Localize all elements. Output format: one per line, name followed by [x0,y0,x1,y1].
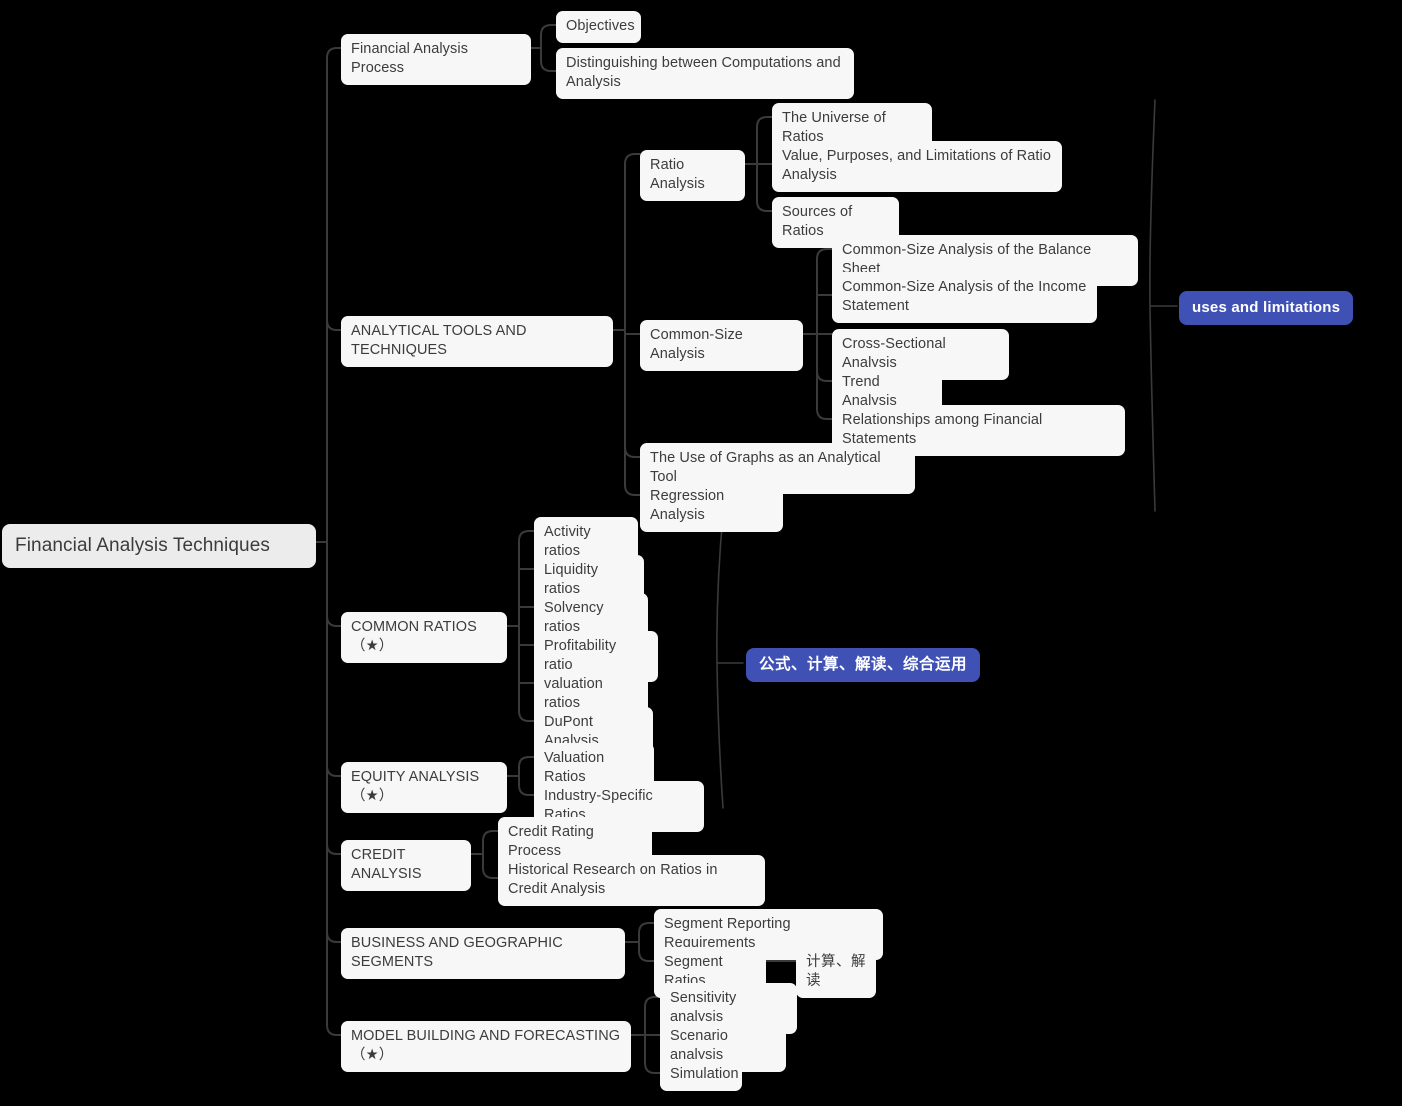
node-distinguishing-computations-analysis[interactable]: Distinguishing between Computations and … [556,48,854,99]
branch-common-ratios[interactable]: COMMON RATIOS（★） [341,612,507,663]
node-simulation[interactable]: Simulation [660,1059,742,1091]
branch-analytical-tools-and-techniques[interactable]: ANALYTICAL TOOLS AND TECHNIQUES [341,316,613,367]
node-segment-ratios-note[interactable]: 计算、解读 [796,947,876,998]
branch-financial-analysis-process[interactable]: Financial Analysis Process [341,34,531,85]
branch-equity-analysis[interactable]: EQUITY ANALYSIS（★） [341,762,507,813]
node-historical-research-ratios-credit-analysis[interactable]: Historical Research on Ratios in Credit … [498,855,765,906]
annotation-uses-and-limitations[interactable]: uses and limitations [1179,291,1354,325]
node-common-size-analysis[interactable]: Common-Size Analysis [640,320,803,371]
mindmap-canvas: Financial Analysis Techniques Financial … [0,0,1402,1106]
node-ratio-analysis[interactable]: Ratio Analysis [640,150,745,201]
annotation-formula-calculation-interpretation[interactable]: 公式、计算、解读、综合运用 [746,648,981,682]
node-objectives[interactable]: Objectives [556,11,641,43]
node-value-purposes-limitations-ratio-analysis[interactable]: Value, Purposes, and Limitations of Rati… [772,141,1062,192]
root-node[interactable]: Financial Analysis Techniques [2,524,316,568]
branch-credit-analysis[interactable]: CREDIT ANALYSIS [341,840,471,891]
branch-business-and-geographic-segments[interactable]: BUSINESS AND GEOGRAPHIC SEGMENTS [341,928,625,979]
node-common-size-income-statement[interactable]: Common-Size Analysis of the Income State… [832,272,1097,323]
node-regression-analysis[interactable]: Regression Analysis [640,481,783,532]
branch-model-building-and-forecasting[interactable]: MODEL BUILDING AND FORECASTING（★） [341,1021,631,1072]
